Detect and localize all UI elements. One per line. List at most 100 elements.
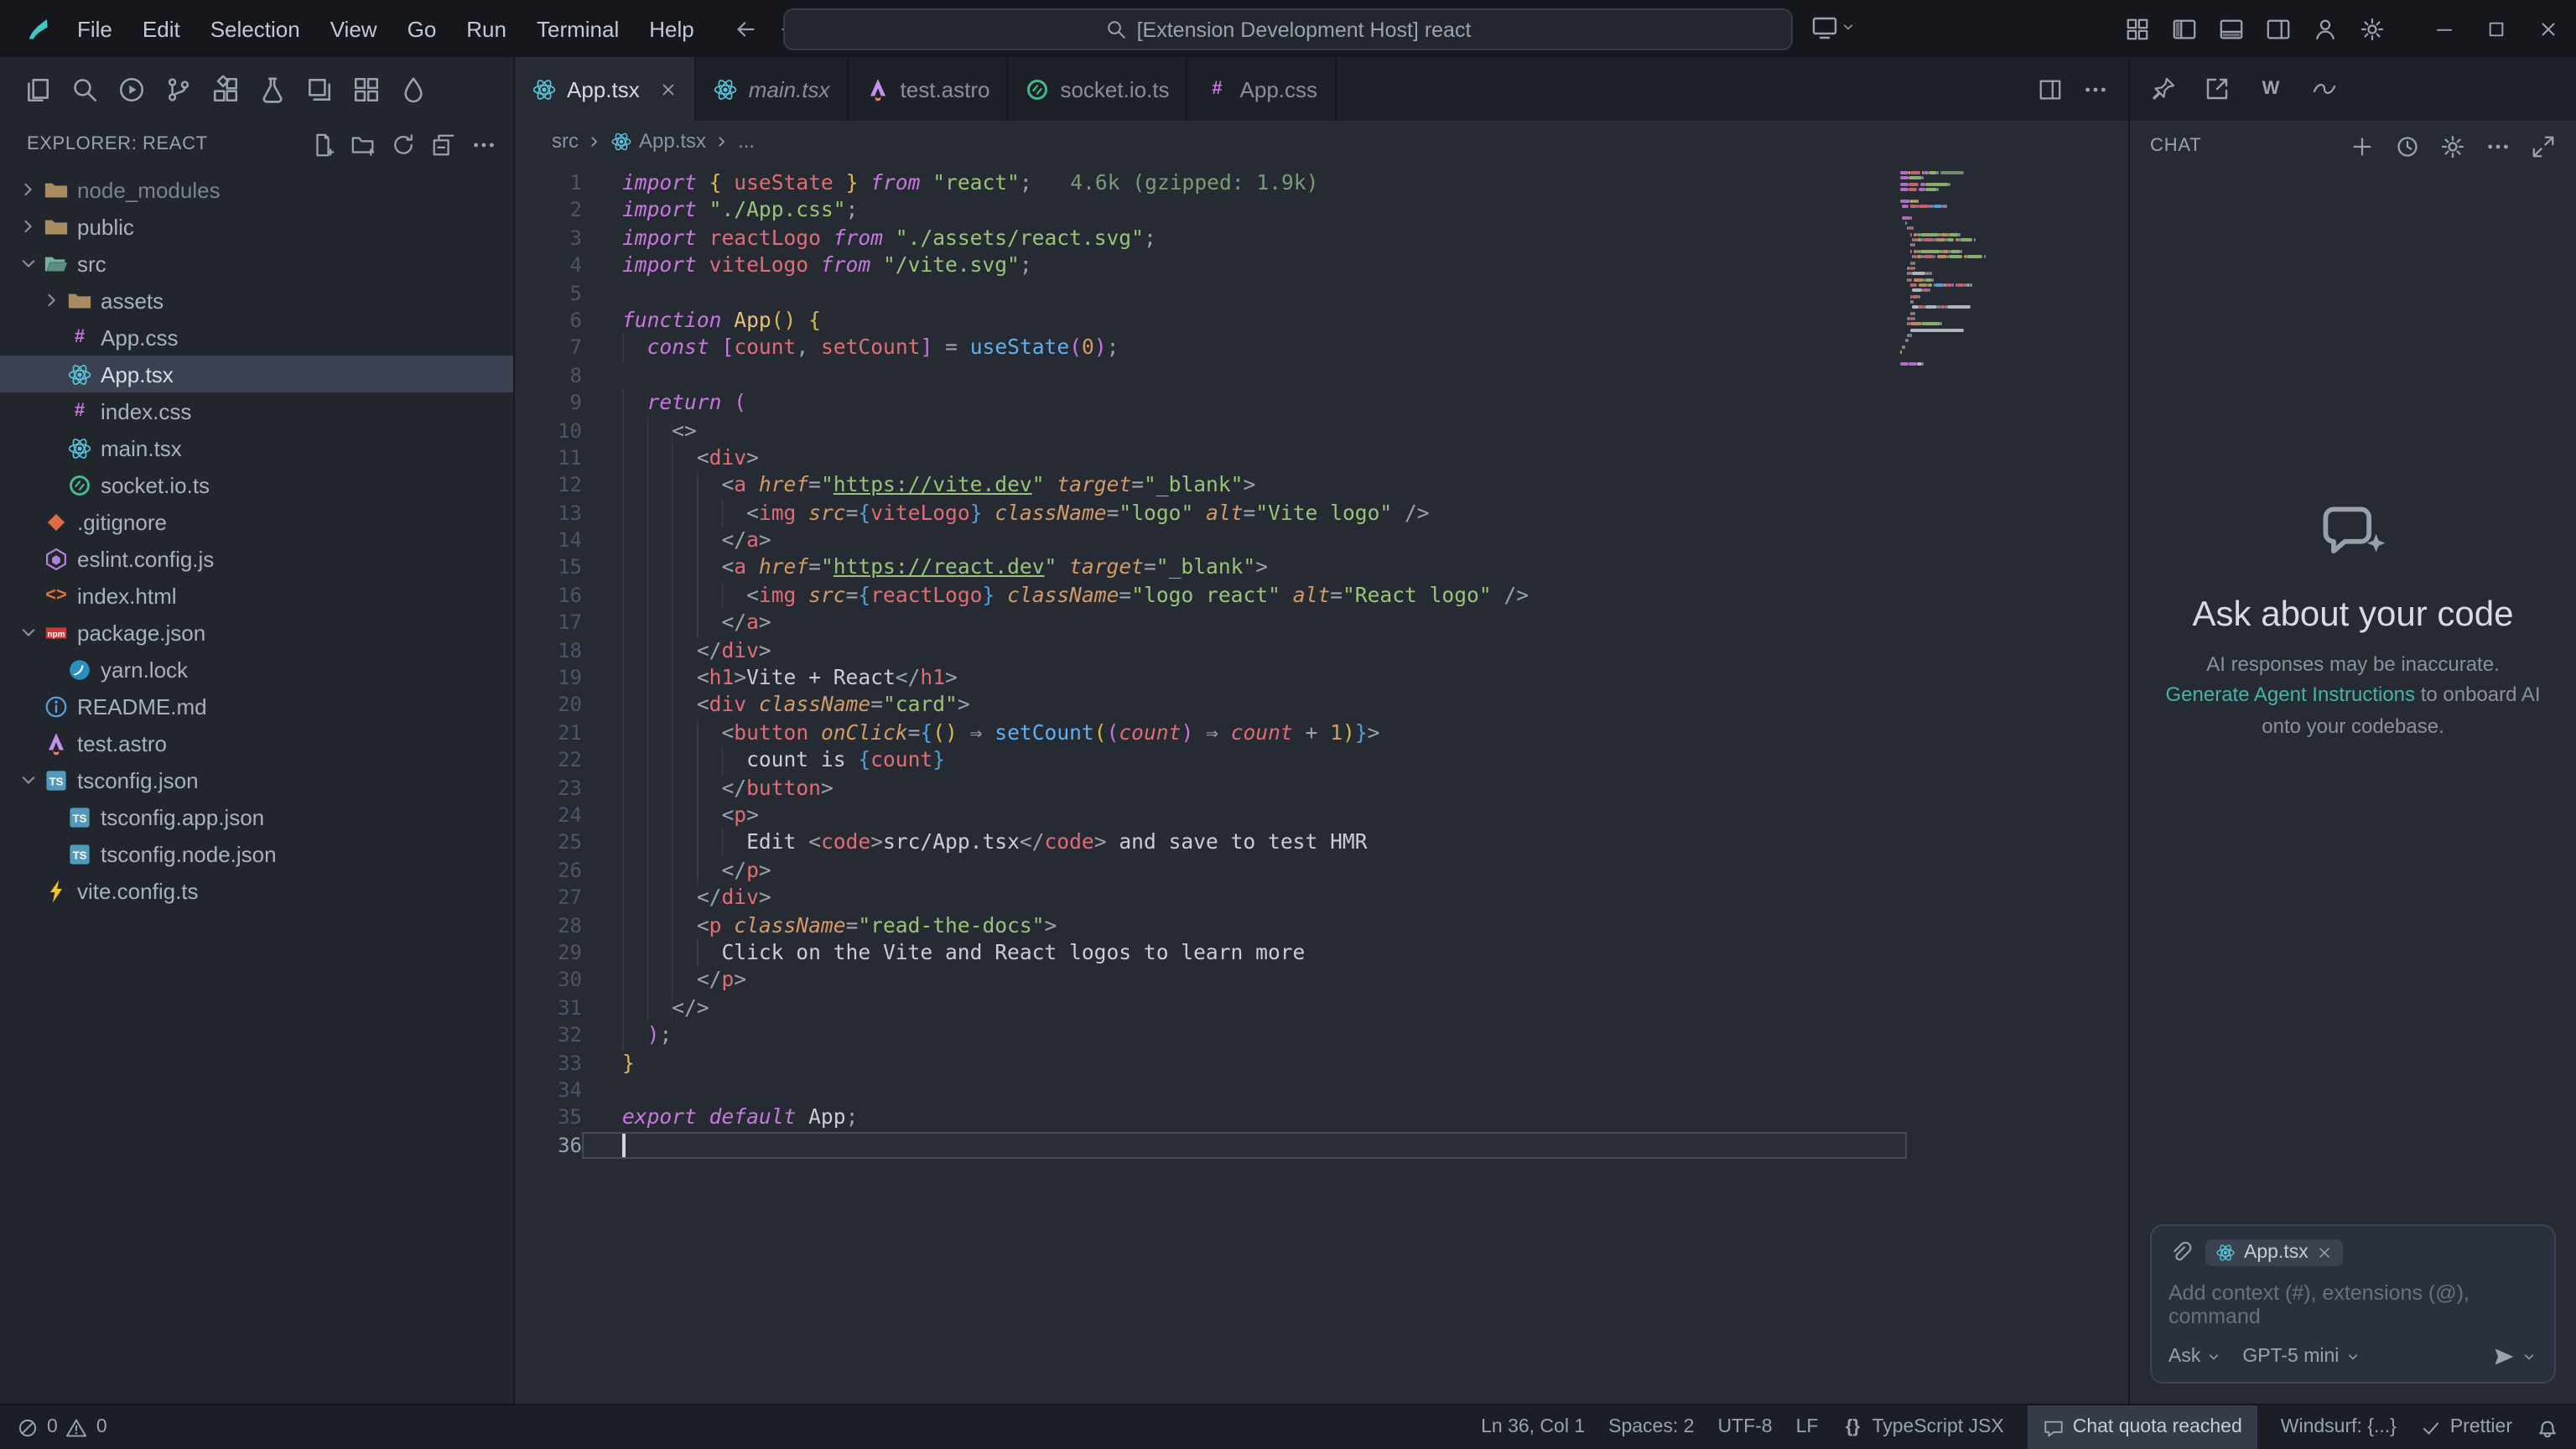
tree-item-index.html[interactable]: <>index.html <box>0 577 513 614</box>
line-number[interactable]: 23 <box>515 774 582 802</box>
tree-item-tsconfig.json[interactable]: TStsconfig.json <box>0 761 513 798</box>
drop-icon[interactable] <box>399 75 428 103</box>
code-line[interactable]: 30 </p> <box>515 967 1907 995</box>
model-select[interactable]: GPT-5 mini <box>2242 1347 2360 1367</box>
line-number[interactable]: 6 <box>515 307 582 335</box>
tree-item-assets[interactable]: assets <box>0 282 513 319</box>
line-number[interactable]: 36 <box>515 1131 582 1159</box>
line-number[interactable]: 28 <box>515 911 582 939</box>
code-line[interactable]: 19 <h1>Vite + React</h1> <box>515 664 1907 692</box>
indentation-setting[interactable]: Spaces: 2 <box>1608 1405 1694 1449</box>
line-number[interactable]: 29 <box>515 939 582 967</box>
code-line[interactable]: 10 <> <box>515 417 1907 444</box>
back-icon[interactable] <box>733 16 758 41</box>
cursor-position[interactable]: Ln 36, Col 1 <box>1481 1405 1585 1449</box>
code-editor[interactable]: 1import { useState } from "react"; 4.6k … <box>515 161 2128 1404</box>
code-line[interactable]: 2import "./App.css"; <box>515 197 1907 225</box>
generate-agent-instructions-link[interactable]: Generate Agent Instructions <box>2166 683 2416 707</box>
tab-socket.io.ts[interactable]: socket.io.ts <box>1008 57 1187 121</box>
code-line[interactable]: 8 <box>515 361 1907 389</box>
menu-view[interactable]: View <box>315 16 392 41</box>
code-line[interactable]: 4import viteLogo from "/vite.svg"; <box>515 252 1907 279</box>
line-number[interactable]: 10 <box>515 417 582 444</box>
tree-item-main.tsx[interactable]: main.tsx <box>0 429 513 466</box>
encoding-setting[interactable]: UTF-8 <box>1717 1405 1772 1449</box>
breadcrumb-item[interactable]: ... <box>738 129 755 153</box>
code-line[interactable]: 23 </button> <box>515 774 1907 802</box>
code-line[interactable]: 21 <button onClick={() ⇒ setCount((count… <box>515 719 1907 747</box>
eol-setting[interactable]: LF <box>1796 1405 1819 1449</box>
code-line[interactable]: 28 <p className="read-the-docs"> <box>515 911 1907 939</box>
line-number[interactable]: 3 <box>515 225 582 252</box>
mode-select[interactable]: Ask <box>2168 1347 2222 1367</box>
beaker-icon[interactable] <box>258 75 287 103</box>
tree-item-tsconfig.app.json[interactable]: TStsconfig.app.json <box>0 798 513 835</box>
line-number[interactable]: 34 <box>515 1077 582 1104</box>
more-icon[interactable] <box>471 132 496 157</box>
more-icon[interactable] <box>2083 76 2108 101</box>
tree-item-src[interactable]: src <box>0 245 513 282</box>
tree-item-App.css[interactable]: #App.css <box>0 319 513 356</box>
code-line[interactable]: 25 Edit <code>src/App.tsx</code> and sav… <box>515 829 1907 857</box>
play-circle-icon[interactable] <box>117 75 146 103</box>
breadcrumb-item[interactable]: src <box>552 129 579 153</box>
line-number[interactable]: 2 <box>515 197 582 225</box>
tree-item-index.css[interactable]: #index.css <box>0 392 513 429</box>
windsurf-logo-icon[interactable] <box>23 14 52 43</box>
line-number[interactable]: 7 <box>515 335 582 362</box>
code-line[interactable]: 7 const [count, setCount] = useState(0); <box>515 335 1907 362</box>
code-line[interactable]: 27 </div> <box>515 884 1907 911</box>
chevron-down-icon[interactable] <box>17 768 40 792</box>
tree-item-vite.config.ts[interactable]: vite.config.ts <box>0 872 513 909</box>
code-line[interactable]: 32 ); <box>515 1021 1907 1049</box>
tree-item-App.tsx[interactable]: App.tsx <box>0 356 513 392</box>
command-center-search[interactable]: [Extension Development Host] react <box>783 8 1793 50</box>
problems-indicator[interactable]: 0 0 <box>17 1416 107 1438</box>
line-number[interactable]: 16 <box>515 582 582 610</box>
windsurf-status[interactable]: Windsurf: {...} <box>2281 1405 2397 1449</box>
tree-item-node_modules[interactable]: node_modules <box>0 171 513 208</box>
tree-item-eslint.config.js[interactable]: eslint.config.js <box>0 540 513 577</box>
line-number[interactable]: 17 <box>515 610 582 637</box>
tree-item-package.json[interactable]: npmpackage.json <box>0 614 513 651</box>
code-line[interactable]: 1import { useState } from "react"; 4.6k … <box>515 169 1907 197</box>
line-number[interactable]: 20 <box>515 692 582 719</box>
code-line[interactable]: 20 <div className="card"> <box>515 692 1907 719</box>
line-number[interactable]: 24 <box>515 802 582 829</box>
code-line[interactable]: 29 Click on the Vite and React logos to … <box>515 939 1907 967</box>
line-number[interactable]: 4 <box>515 252 582 279</box>
chevron-down-icon[interactable] <box>17 252 40 275</box>
line-number[interactable]: 11 <box>515 444 582 472</box>
code-line[interactable]: 17 </a> <box>515 610 1907 637</box>
minimap[interactable] <box>1900 171 2038 373</box>
close-window-icon[interactable] <box>2537 18 2559 39</box>
chevron-right-icon[interactable] <box>17 215 40 238</box>
menu-go[interactable]: Go <box>392 16 452 41</box>
tree-item-public[interactable]: public <box>0 208 513 245</box>
line-number[interactable]: 35 <box>515 1104 582 1132</box>
line-number[interactable]: 27 <box>515 884 582 911</box>
line-number[interactable]: 33 <box>515 1049 582 1077</box>
code-line[interactable]: 22 count is {count} <box>515 746 1907 774</box>
language-mode[interactable]: {} TypeScript JSX <box>1841 1405 2003 1449</box>
code-line[interactable]: 31 </> <box>515 994 1907 1021</box>
extensions-icon[interactable] <box>211 75 240 103</box>
line-number[interactable]: 32 <box>515 1021 582 1049</box>
code-line[interactable]: 13 <img src={viteLogo} className="logo" … <box>515 499 1907 527</box>
menu-edit[interactable]: Edit <box>127 16 195 41</box>
code-line[interactable]: 26 </p> <box>515 857 1907 885</box>
send-button[interactable] <box>2492 1345 2537 1368</box>
chat-input-placeholder[interactable]: Add context (#), extensions (@), command <box>2168 1281 2537 1328</box>
account-icon[interactable] <box>2313 16 2338 41</box>
line-number[interactable]: 18 <box>515 636 582 664</box>
code-line[interactable]: 33} <box>515 1049 1907 1077</box>
code-line[interactable]: 5 <box>515 279 1907 307</box>
branch-icon[interactable] <box>164 75 193 103</box>
line-number[interactable]: 19 <box>515 664 582 692</box>
code-line[interactable]: 9 return ( <box>515 389 1907 417</box>
search-icon[interactable] <box>70 75 99 103</box>
refresh-icon[interactable] <box>391 132 416 157</box>
tab-App.tsx[interactable]: App.tsx <box>515 57 697 121</box>
code-line[interactable]: 3import reactLogo from "./assets/react.s… <box>515 225 1907 252</box>
layout-left-icon[interactable] <box>2172 16 2197 41</box>
